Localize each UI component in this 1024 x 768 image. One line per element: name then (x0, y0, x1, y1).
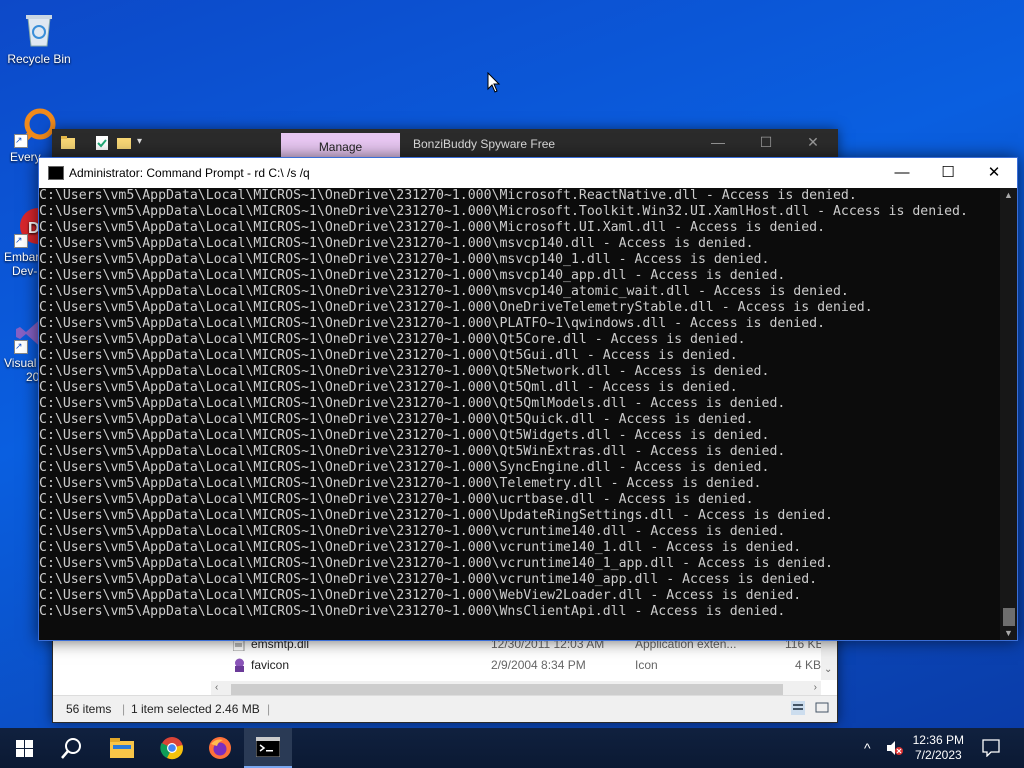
recycle-bin-desktop-icon[interactable]: Recycle Bin (3, 8, 75, 66)
show-hidden-icons-button[interactable]: ^ (864, 740, 871, 756)
console-output[interactable]: C:\Users\vm5\AppData\Local\MICROS~1\OneD… (39, 188, 1000, 640)
chrome-icon (160, 737, 183, 760)
quick-access-dropdown-icon[interactable]: ▾ (137, 136, 151, 150)
console-line: C:\Users\vm5\AppData\Local\MICROS~1\OneD… (39, 188, 857, 203)
scroll-right-arrow-icon[interactable]: › (814, 682, 817, 693)
console-line: C:\Users\vm5\AppData\Local\MICROS~1\OneD… (39, 572, 818, 587)
scroll-down-arrow-icon[interactable]: ⌄ (824, 664, 832, 675)
file-type: Icon (635, 658, 658, 672)
details-view-icon[interactable] (791, 701, 805, 718)
folder-icon[interactable] (61, 136, 75, 150)
clock-time: 12:36 PM (912, 733, 964, 747)
console-line: C:\Users\vm5\AppData\Local\MICROS~1\OneD… (39, 236, 754, 251)
console-line: C:\Users\vm5\AppData\Local\MICROS~1\OneD… (39, 444, 786, 459)
volume-muted-icon[interactable] (886, 740, 904, 759)
console-line: C:\Users\vm5\AppData\Local\MICROS~1\OneD… (39, 252, 770, 267)
console-line: C:\Users\vm5\AppData\Local\MICROS~1\OneD… (39, 492, 754, 507)
console-line: C:\Users\vm5\AppData\Local\MICROS~1\OneD… (39, 348, 738, 363)
console-line: C:\Users\vm5\AppData\Local\MICROS~1\OneD… (39, 428, 770, 443)
tab-manage[interactable]: Manage (281, 133, 400, 158)
file-size: 4 KB (795, 658, 822, 672)
file-date: 2/9/2004 8:34 PM (491, 658, 586, 672)
console-line: C:\Users\vm5\AppData\Local\MICROS~1\OneD… (39, 588, 802, 603)
console-line: C:\Users\vm5\AppData\Local\MICROS~1\OneD… (39, 476, 762, 491)
taskbar-firefox[interactable] (196, 728, 244, 768)
cmd-app-icon (48, 166, 64, 180)
console-line: C:\Users\vm5\AppData\Local\MICROS~1\OneD… (39, 460, 770, 475)
item-count: 56 items (66, 702, 112, 716)
new-folder-icon[interactable] (117, 136, 131, 150)
explorer-maximize-button[interactable]: ☐ (743, 134, 789, 154)
file-name: favicon (251, 658, 290, 672)
console-line: C:\Users\vm5\AppData\Local\MICROS~1\OneD… (39, 316, 826, 331)
cmd-window-title: Administrator: Command Prompt - rd C:\ /… (69, 166, 310, 180)
shortcut-arrow-icon: ↗ (14, 234, 28, 248)
magnifier-icon: ↗ (14, 106, 56, 148)
cmd-scroll-thumb[interactable] (1003, 608, 1015, 626)
taskbar-chrome[interactable] (148, 728, 196, 768)
console-line: C:\Users\vm5\AppData\Local\MICROS~1\OneD… (39, 508, 833, 523)
console-line: C:\Users\vm5\AppData\Local\MICROS~1\OneD… (39, 364, 770, 379)
console-line: C:\Users\vm5\AppData\Local\MICROS~1\OneD… (39, 396, 786, 411)
recycle-bin-icon (18, 8, 60, 50)
selection-info: 1 item selected 2.46 MB (131, 702, 260, 716)
clock-date: 7/2/2023 (914, 748, 962, 762)
cmd-title-bar[interactable]: Administrator: Command Prompt - rd C:\ /… (39, 158, 1017, 188)
console-line: C:\Users\vm5\AppData\Local\MICROS~1\OneD… (39, 220, 826, 235)
scroll-down-arrow-icon[interactable]: ▼ (1003, 628, 1014, 640)
explorer-status-bar: 56 items | 1 item selected 2.46 MB | (53, 695, 837, 722)
search-icon (61, 738, 81, 759)
system-clock[interactable]: 12:36 PM 7/2/2023 (913, 733, 964, 763)
cmd-maximize-button[interactable]: ☐ (925, 158, 971, 188)
everything-desktop-icon[interactable]: ↗ Every (0, 106, 56, 164)
console-line: C:\Users\vm5\AppData\Local\MICROS~1\OneD… (39, 284, 849, 299)
console-line: C:\Users\vm5\AppData\Local\MICROS~1\OneD… (39, 604, 786, 619)
console-line: C:\Users\vm5\AppData\Local\MICROS~1\OneD… (39, 204, 968, 219)
console-line: C:\Users\vm5\AppData\Local\MICROS~1\OneD… (39, 412, 754, 427)
mouse-cursor-icon (487, 71, 501, 99)
file-explorer-icon (110, 738, 134, 758)
console-line: C:\Users\vm5\AppData\Local\MICROS~1\OneD… (39, 540, 802, 555)
cmd-vertical-scrollbar[interactable]: ▲ ▼ (1000, 188, 1017, 640)
console-line: C:\Users\vm5\AppData\Local\MICROS~1\OneD… (39, 332, 746, 347)
taskbar-file-explorer[interactable] (98, 728, 146, 768)
console-line: C:\Users\vm5\AppData\Local\MICROS~1\OneD… (39, 268, 786, 283)
explorer-title-bar[interactable]: ▾ Manage BonziBuddy Spyware Free — ☐ ✕ (53, 130, 837, 158)
shortcut-arrow-icon: ↗ (14, 340, 28, 354)
large-icons-view-icon[interactable] (815, 701, 829, 718)
console-line: C:\Users\vm5\AppData\Local\MICROS~1\OneD… (39, 556, 833, 571)
taskbar-command-prompt[interactable] (244, 728, 292, 768)
properties-icon[interactable] (95, 136, 109, 150)
recycle-bin-label: Recycle Bin (7, 52, 71, 66)
explorer-minimize-button[interactable]: — (695, 134, 741, 154)
explorer-close-button[interactable]: ✕ (790, 134, 836, 154)
scroll-left-arrow-icon[interactable]: ‹ (215, 682, 218, 693)
windows-logo-icon (15, 739, 33, 757)
scroll-up-arrow-icon[interactable]: ▲ (1003, 190, 1014, 202)
console-line: C:\Users\vm5\AppData\Local\MICROS~1\OneD… (39, 300, 873, 315)
everything-label: Every (10, 150, 41, 164)
shortcut-arrow-icon: ↗ (14, 134, 28, 148)
status-divider: | (122, 702, 126, 716)
start-button[interactable] (0, 728, 48, 768)
horizontal-scroll-thumb[interactable] (231, 684, 783, 695)
taskbar: ^ 12:36 PM 7/2/2023 (0, 728, 1024, 768)
console-line: C:\Users\vm5\AppData\Local\MICROS~1\OneD… (39, 380, 738, 395)
console-line: C:\Users\vm5\AppData\Local\MICROS~1\OneD… (39, 524, 786, 539)
search-button[interactable] (48, 728, 96, 768)
firefox-icon (209, 737, 231, 759)
explorer-window-title: BonziBuddy Spyware Free (413, 137, 556, 151)
status-divider: | (267, 702, 271, 716)
cmd-close-button[interactable]: ✕ (971, 158, 1017, 188)
cmd-minimize-button[interactable]: — (879, 158, 925, 188)
file-row[interactable]: favicon 2/9/2004 8:34 PM Icon 4 KB (211, 655, 831, 676)
command-prompt-window[interactable]: Administrator: Command Prompt - rd C:\ /… (38, 157, 1018, 641)
notification-center-icon[interactable] (982, 739, 1000, 760)
bonzi-favicon-icon (233, 658, 246, 675)
command-prompt-icon (256, 737, 280, 757)
